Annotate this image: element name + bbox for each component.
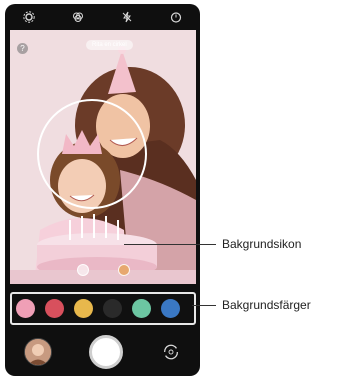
top-toolbar — [5, 4, 200, 30]
background-color-picker — [10, 292, 196, 325]
shutter-button[interactable] — [88, 335, 123, 369]
flash-off-icon[interactable] — [120, 10, 134, 24]
color-swatch-red[interactable] — [45, 299, 64, 318]
switch-camera-icon[interactable] — [160, 341, 182, 363]
callout-background-icon: Bakgrundsikon — [222, 237, 302, 251]
timer-icon[interactable] — [169, 10, 183, 24]
background-icon[interactable] — [118, 264, 130, 276]
phone-screen: ? Rita en cirkel — [5, 4, 200, 376]
color-swatch-blue[interactable] — [161, 299, 180, 318]
callout-line-background-icon — [124, 244, 216, 245]
bottom-controls — [5, 328, 200, 376]
settings-icon[interactable] — [22, 10, 36, 24]
gallery-thumbnail[interactable] — [23, 338, 52, 366]
color-swatch-pink[interactable] — [16, 299, 35, 318]
filter-icon[interactable] — [71, 10, 85, 24]
circle-frame[interactable] — [37, 99, 147, 209]
color-swatch-green[interactable] — [132, 299, 151, 318]
callout-background-colors: Bakgrundsfärger — [222, 298, 311, 312]
camera-viewfinder[interactable]: ? Rita en cirkel — [10, 30, 196, 284]
color-swatch-black[interactable] — [103, 299, 122, 318]
shape-toggle-icon[interactable] — [77, 264, 89, 276]
draw-circle-hint: Rita en cirkel — [86, 40, 133, 50]
help-icon[interactable]: ? — [17, 43, 28, 54]
callout-line-background-colors — [192, 305, 216, 306]
color-swatch-yellow[interactable] — [74, 299, 93, 318]
